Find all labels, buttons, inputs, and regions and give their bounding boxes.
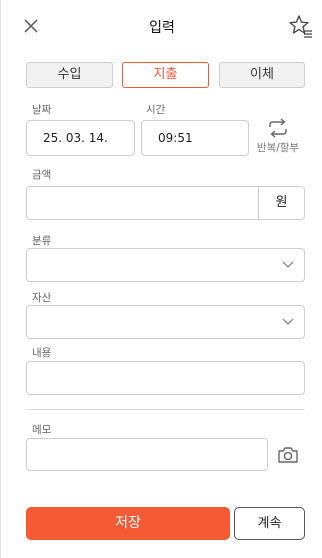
tab-transfer[interactable]: 이체: [219, 62, 305, 88]
camera-icon: [278, 447, 298, 463]
memo-label: 메모: [32, 424, 52, 436]
category-label: 분류: [32, 235, 52, 247]
header: 입력: [1, 0, 322, 56]
continue-button[interactable]: 계속: [234, 507, 305, 540]
date-value: 25. 03. 14.: [43, 131, 108, 145]
time-value: 09:51: [158, 131, 193, 145]
chevron-down-icon: [282, 261, 294, 268]
date-field[interactable]: 25. 03. 14.: [26, 120, 135, 156]
type-tabs: 수입 지출 이체: [26, 62, 305, 88]
category-select[interactable]: [26, 248, 305, 282]
memo-field[interactable]: [26, 438, 268, 471]
currency-unit-button[interactable]: 원: [258, 186, 305, 220]
asset-select[interactable]: [26, 305, 305, 339]
content-field[interactable]: [26, 361, 305, 395]
star-list-icon: [289, 15, 312, 38]
time-field[interactable]: 09:51: [141, 120, 249, 156]
repeat-installment-button[interactable]: 반복/할부: [253, 116, 303, 156]
tab-income[interactable]: 수입: [26, 62, 113, 88]
content-label: 내용: [32, 347, 52, 359]
camera-button[interactable]: [277, 445, 299, 465]
date-label: 날짜: [32, 104, 52, 116]
asset-label: 자산: [32, 292, 52, 304]
divider: [26, 409, 305, 410]
repeat-label: 반복/할부: [256, 142, 300, 154]
favorite-button[interactable]: [289, 14, 313, 40]
chevron-down-icon: [282, 318, 294, 325]
time-label: 시간: [146, 104, 166, 116]
tab-expense[interactable]: 지출: [122, 62, 209, 88]
save-button[interactable]: 저장: [26, 507, 230, 540]
repeat-icon: [269, 118, 287, 138]
amount-field[interactable]: [26, 186, 259, 220]
page-title: 입력: [149, 20, 175, 36]
amount-label: 금액: [32, 169, 52, 181]
